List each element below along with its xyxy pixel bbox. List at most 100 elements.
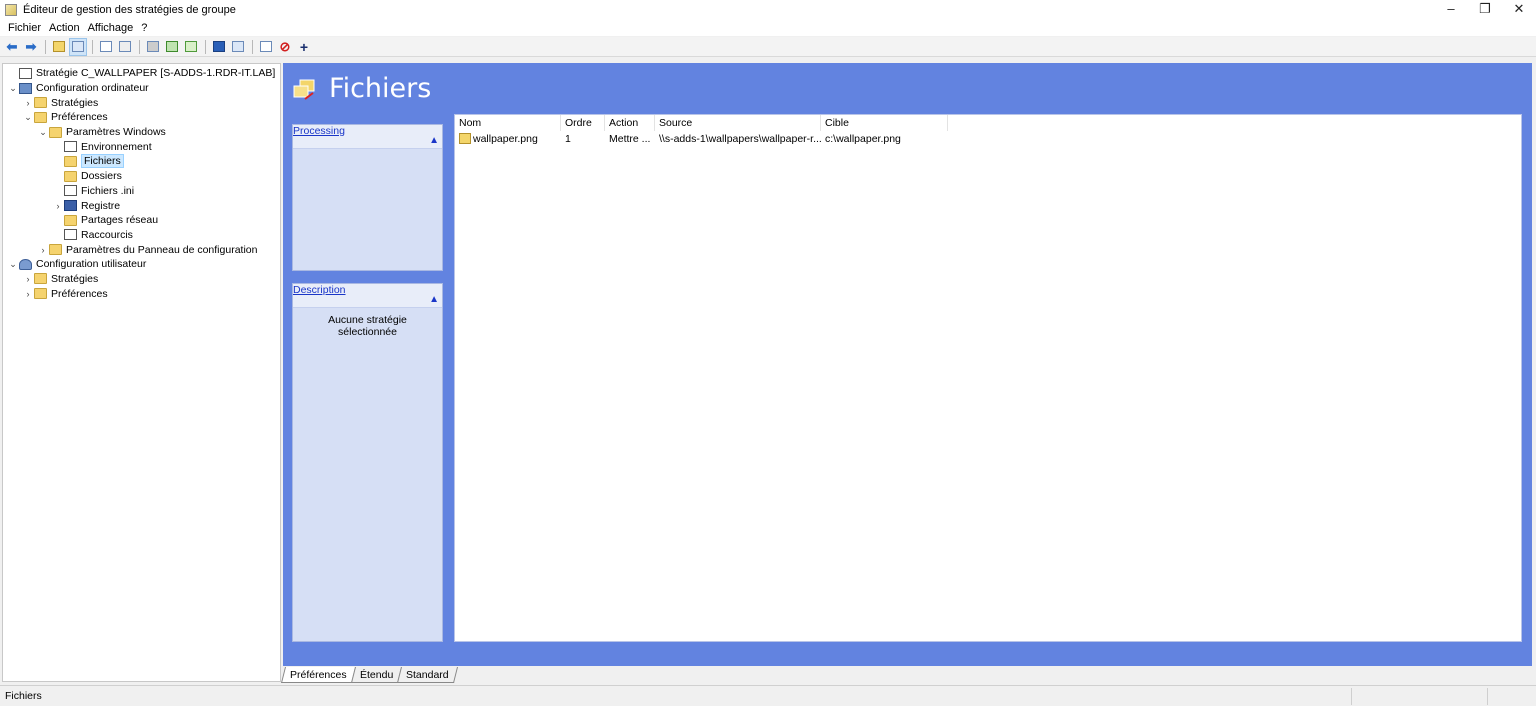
collapse-chevron-icon[interactable]: ▲ [429, 294, 439, 305]
console-tree: Stratégie C_WALLPAPER [S-ADDS-1.RDR-IT.L… [2, 63, 281, 682]
tree-item[interactable]: › Stratégies [3, 95, 280, 110]
file-name: wallpaper.png [473, 133, 538, 145]
column-cible[interactable]: Cible [821, 114, 948, 131]
folder-icon [34, 273, 47, 285]
column-ordre[interactable]: Ordre [561, 114, 605, 131]
tree-item[interactable]: ⌄ Configuration ordinateur [3, 81, 280, 96]
list-item[interactable]: wallpaper.png 1 Mettre ... \\s-adds-1\wa… [455, 131, 1521, 147]
copy-icon [100, 41, 112, 52]
paste-icon [119, 41, 131, 52]
files-list[interactable]: Nom Ordre Action Source Cible wallpaper.… [454, 114, 1522, 642]
processing-link[interactable]: Processing [293, 125, 345, 137]
disable-button[interactable]: ⊘ [276, 38, 294, 56]
folder-icon [34, 288, 47, 300]
add-button[interactable]: + [295, 38, 313, 56]
cell-cible: c:\wallpaper.png [825, 133, 901, 145]
new-item-button[interactable] [257, 38, 275, 56]
export-icon [185, 41, 197, 52]
tree-item-label: Environnement [81, 140, 152, 153]
menu-help[interactable]: ? [137, 22, 151, 34]
properties-button[interactable] [229, 38, 247, 56]
tab-label: Étendu [359, 669, 393, 681]
folder-icon [49, 126, 62, 138]
maximize-button[interactable]: ❐ [1468, 0, 1502, 19]
chevron-right-icon[interactable]: › [37, 245, 49, 255]
column-source[interactable]: Source [655, 114, 821, 131]
block-icon: ⊘ [279, 38, 291, 54]
chevron-down-icon[interactable]: ⌄ [37, 127, 49, 138]
network-share-icon [64, 214, 77, 226]
toolbar-separator [45, 39, 46, 54]
chevron-right-icon[interactable]: › [22, 98, 34, 108]
up-level-button[interactable] [50, 38, 68, 56]
chevron-right-icon[interactable]: › [22, 274, 34, 284]
tab-etendu[interactable]: Étendu [350, 667, 402, 683]
back-button[interactable]: ⬅ [3, 38, 21, 56]
tree-item[interactable]: Environnement [3, 139, 280, 154]
copy-button[interactable] [97, 38, 115, 56]
help-icon [213, 41, 225, 52]
tab-standard[interactable]: Standard [396, 667, 458, 683]
show-tree-button[interactable] [69, 37, 87, 56]
column-nom[interactable]: Nom [455, 114, 561, 131]
chevron-right-icon[interactable]: › [22, 289, 34, 299]
cell-ordre: 1 [565, 133, 571, 145]
collapse-chevron-icon[interactable]: ▲ [429, 135, 439, 146]
tree-item[interactable]: ⌄ Paramètres Windows [3, 125, 280, 140]
refresh-button[interactable] [163, 38, 181, 56]
tab-preferences[interactable]: Préférences [281, 667, 356, 683]
window-controls: – ❐ ✕ [1434, 0, 1536, 19]
chevron-right-icon[interactable]: › [52, 201, 64, 211]
minimize-button[interactable]: – [1434, 0, 1468, 19]
tree-item[interactable]: › Paramètres du Panneau de configuration [3, 242, 280, 257]
tree-item[interactable]: ⌄ Préférences [3, 110, 280, 125]
page-title: Fichiers [329, 73, 432, 104]
environment-icon [64, 141, 77, 153]
toolbar-separator [92, 39, 93, 54]
menu-affichage[interactable]: Affichage [84, 22, 138, 34]
tree-item[interactable]: ⌄ Configuration utilisateur [3, 257, 280, 272]
gpo-editor-icon [5, 3, 17, 16]
tree-item[interactable]: Partages réseau [3, 213, 280, 228]
folder-icon [34, 97, 47, 109]
menu-fichier[interactable]: Fichier [4, 22, 45, 34]
ini-file-icon [64, 185, 77, 197]
tree-item-label: Stratégies [51, 272, 99, 285]
paste-button[interactable] [116, 38, 134, 56]
toolbar: ⬅ ➡ ⊘ + [0, 37, 1536, 57]
registry-icon [64, 200, 77, 212]
tree-item[interactable]: Dossiers [3, 169, 280, 184]
tree-item[interactable]: Fichiers .ini [3, 184, 280, 199]
tree-item[interactable]: › Stratégies [3, 272, 280, 287]
tree-item[interactable]: Fichiers [3, 154, 280, 169]
shortcut-icon [64, 229, 77, 241]
gpo-icon [19, 67, 32, 79]
chevron-down-icon[interactable]: ⌄ [22, 112, 34, 123]
status-text: Fichiers [0, 687, 1352, 705]
column-action[interactable]: Action [605, 114, 655, 131]
close-button[interactable]: ✕ [1502, 0, 1536, 19]
tree-item[interactable]: Raccourcis [3, 228, 280, 243]
help-button[interactable] [210, 38, 228, 56]
tree-item-label: Partages réseau [81, 214, 159, 227]
chevron-down-icon[interactable]: ⌄ [7, 83, 19, 94]
chevron-down-icon[interactable]: ⌄ [7, 259, 19, 270]
export-button[interactable] [182, 38, 200, 56]
tree-item-label: Préférences [51, 287, 108, 300]
menu-action[interactable]: Action [45, 22, 84, 34]
description-text: Aucune stratégie sélectionnée [328, 314, 407, 338]
tree-item[interactable]: Stratégie C_WALLPAPER [S-ADDS-1.RDR-IT.L… [3, 66, 280, 81]
files-icon [64, 155, 77, 167]
description-link[interactable]: Description [293, 284, 346, 296]
refresh-icon [166, 41, 178, 52]
tree-item[interactable]: › Registre [3, 198, 280, 213]
print-button[interactable] [144, 38, 162, 56]
tree-item-label: Dossiers [81, 170, 122, 183]
cell-source: \\s-adds-1\wallpapers\wallpaper-r... [659, 133, 821, 145]
plus-icon: + [299, 38, 309, 55]
folder-icon [34, 111, 47, 123]
tree-item-label: Raccourcis [81, 228, 133, 241]
tree-item[interactable]: › Préférences [3, 286, 280, 301]
tree-item-label: Configuration utilisateur [36, 258, 147, 271]
forward-button[interactable]: ➡ [22, 38, 40, 56]
